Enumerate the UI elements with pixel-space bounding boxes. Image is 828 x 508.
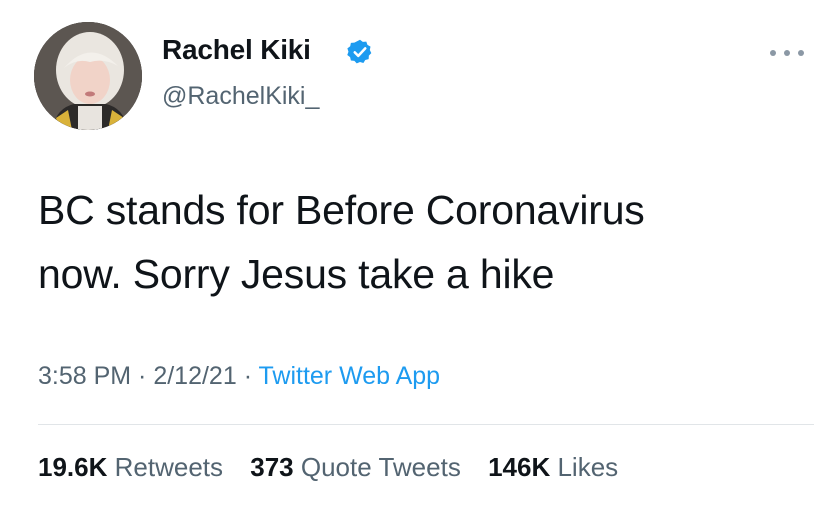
- tweet-card: Rachel Kiki @RachelKiki_ BC stands for B…: [0, 0, 828, 508]
- author-name[interactable]: Rachel Kiki: [162, 34, 311, 66]
- tweet-source-link[interactable]: Twitter Web App: [259, 362, 441, 390]
- likes-label: Likes: [557, 452, 619, 482]
- likes-stat[interactable]: 146K Likes: [488, 452, 618, 482]
- more-dot: [798, 50, 804, 56]
- tweet-text-line: BC stands for Before Coronavirus: [38, 187, 645, 233]
- likes-count: 146K: [488, 452, 551, 482]
- tweet-text-line: now. Sorry Jesus take a hike: [38, 251, 555, 297]
- tweet-text: BC stands for Before Coronavirus now. So…: [38, 178, 798, 306]
- verified-badge-icon: [347, 39, 372, 64]
- more-dot: [784, 50, 790, 56]
- author-handle[interactable]: @RachelKiki_: [162, 82, 319, 111]
- avatar[interactable]: [34, 22, 142, 130]
- tweet-meta: 3:58 PM · 2/12/21 · Twitter Web App: [38, 362, 440, 391]
- retweets-label: Retweets: [114, 452, 224, 482]
- quote-tweets-label: Quote Tweets: [300, 452, 461, 482]
- avatar-image: [34, 22, 142, 130]
- meta-separator: ·: [236, 362, 259, 390]
- quote-tweets-stat[interactable]: 373 Quote Tweets: [250, 452, 461, 482]
- tweet-stats: 19.6K Retweets 373 Quote Tweets 146K Lik…: [38, 452, 638, 483]
- retweets-stat[interactable]: 19.6K Retweets: [38, 452, 223, 482]
- meta-separator: ·: [131, 362, 154, 390]
- tweet-time[interactable]: 3:58 PM: [38, 362, 131, 390]
- tweet-date[interactable]: 2/12/21: [153, 362, 236, 390]
- retweets-count: 19.6K: [38, 452, 108, 482]
- more-options-icon[interactable]: [770, 48, 804, 58]
- more-dot: [770, 50, 776, 56]
- quote-tweets-count: 373: [250, 452, 294, 482]
- divider: [38, 424, 814, 425]
